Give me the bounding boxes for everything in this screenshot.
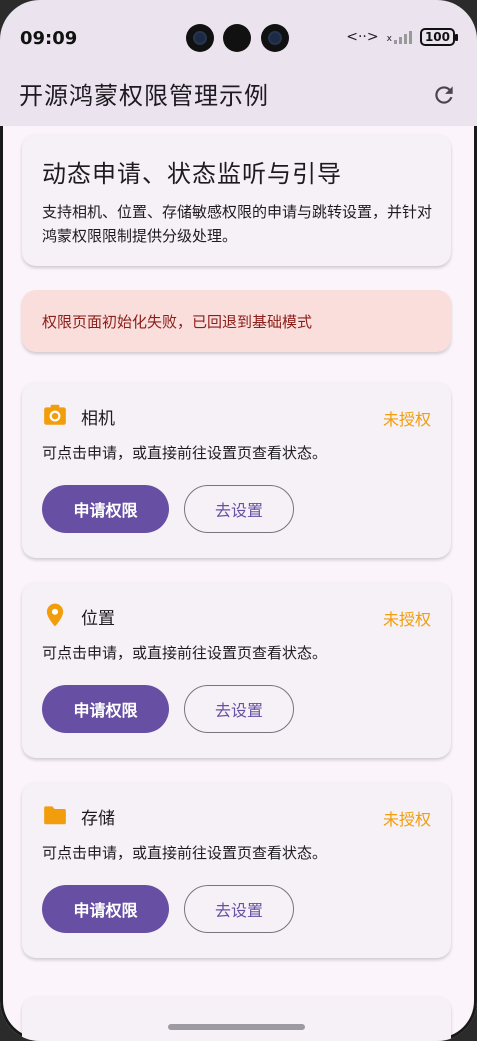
go-settings-button[interactable]: 去设置 xyxy=(184,485,294,533)
permission-card-camera: 相机 未授权 可点击申请，或直接前往设置页查看状态。 申请权限 去设置 xyxy=(22,382,451,558)
app-bar: 开源鸿蒙权限管理示例 xyxy=(0,70,477,126)
intro-card: 动态申请、状态监听与引导 支持相机、位置、存储敏感权限的申请与跳转设置，并针对鸿… xyxy=(22,134,451,266)
front-camera-sensor xyxy=(223,24,251,52)
permission-name: 位置 xyxy=(81,609,115,629)
front-camera-lens xyxy=(186,24,214,52)
phone-screen: 09:09 <··> x 100 开源鸿蒙权限管理示例 动态申请、状态监听与引导… xyxy=(0,0,477,1041)
request-permission-button[interactable]: 申请权限 xyxy=(42,485,169,533)
permission-description: 可点击申请，或直接前往设置页查看状态。 xyxy=(42,444,328,462)
intro-description: 支持相机、位置、存储敏感权限的申请与跳转设置，并针对鸿蒙权限限制提供分级处理。 xyxy=(42,203,433,245)
go-settings-button[interactable]: 去设置 xyxy=(184,885,294,933)
location-icon xyxy=(46,603,64,627)
signal-label: x xyxy=(386,34,392,44)
camera-icon xyxy=(44,404,66,425)
battery-icon: 100 xyxy=(419,28,459,46)
error-message: 权限页面初始化失败，已回退到基础模式 xyxy=(42,313,313,331)
page-title: 开源鸿蒙权限管理示例 xyxy=(19,82,269,110)
next-card-partial xyxy=(22,996,451,1041)
refresh-icon[interactable] xyxy=(431,82,457,108)
request-permission-button[interactable]: 申请权限 xyxy=(42,885,169,933)
permission-status: 未授权 xyxy=(382,410,431,429)
status-bar: 09:09 <··> x 100 xyxy=(0,0,477,70)
permission-description: 可点击申请，或直接前往设置页查看状态。 xyxy=(42,644,328,662)
home-indicator[interactable] xyxy=(168,1024,305,1030)
permission-card-storage: 存储 未授权 可点击申请，或直接前往设置页查看状态。 申请权限 去设置 xyxy=(22,782,451,958)
permission-card-location: 位置 未授权 可点击申请，或直接前往设置页查看状态。 申请权限 去设置 xyxy=(22,582,451,758)
folder-icon xyxy=(44,806,66,825)
request-permission-button[interactable]: 申请权限 xyxy=(42,685,169,733)
front-camera-lens-2 xyxy=(261,24,289,52)
error-banner: 权限页面初始化失败，已回退到基础模式 xyxy=(22,290,451,352)
permission-status: 未授权 xyxy=(382,610,431,629)
intro-title: 动态申请、状态监听与引导 xyxy=(42,160,342,188)
go-settings-button[interactable]: 去设置 xyxy=(184,685,294,733)
permission-name: 相机 xyxy=(81,409,115,429)
signal-icon: x xyxy=(387,30,412,44)
permission-description: 可点击申请，或直接前往设置页查看状态。 xyxy=(42,844,328,862)
permission-name: 存储 xyxy=(81,809,115,829)
permission-status: 未授权 xyxy=(382,810,431,829)
system-indicators: <··> x 100 xyxy=(346,28,459,46)
status-time: 09:09 xyxy=(20,28,78,49)
network-icon: <··> xyxy=(346,29,379,45)
